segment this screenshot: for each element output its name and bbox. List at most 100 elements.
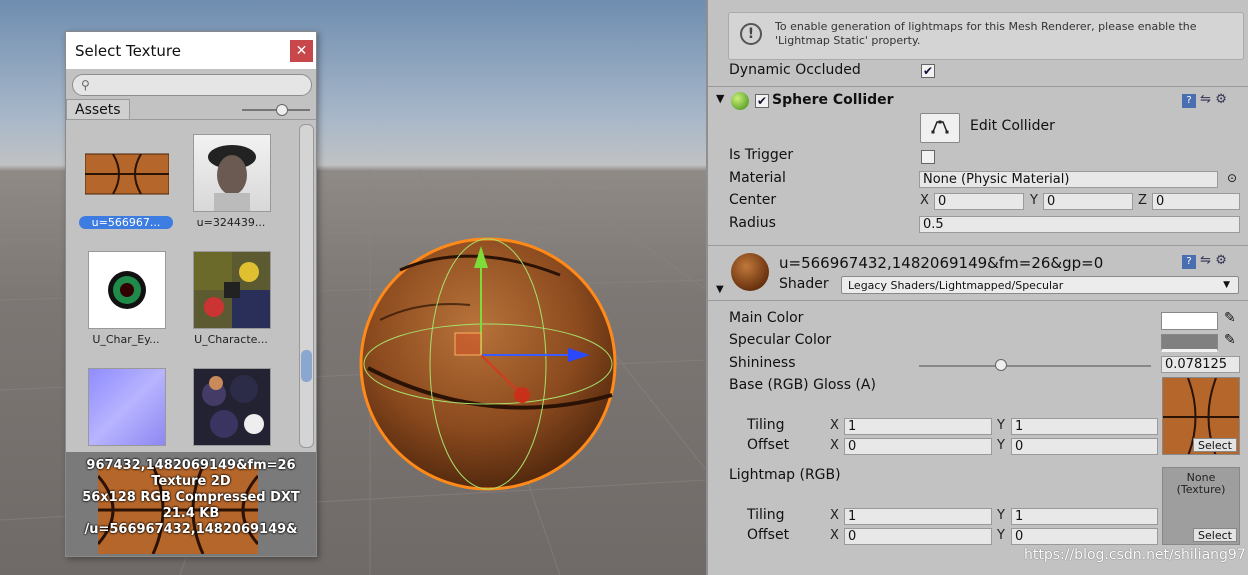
preview-type: Texture 2D [151,474,231,489]
asset-item[interactable]: U_Characte... [181,251,281,361]
move-x-handle [514,387,530,403]
material-field[interactable]: None (Physic Material) [919,171,1218,188]
asset-item[interactable] [76,368,176,449]
lightmap-select-button[interactable]: Select [1193,528,1237,542]
search-icon: ⚲ [81,78,90,92]
lightmap-texture-label: Lightmap (RGB) [729,467,841,483]
center-label: Center [729,192,777,208]
eyedropper-icon[interactable]: ✎ [1224,310,1236,326]
close-button[interactable]: ✕ [290,40,313,62]
base-tiling-label: Tiling [747,417,785,433]
help-icon[interactable]: ? [1182,94,1196,108]
lightmap-offset-label: Offset [747,527,790,543]
warning-icon: ! [740,23,762,45]
asset-caption: u=566967... [79,216,173,229]
tab-assets[interactable]: Assets [66,99,130,119]
specular-color-label: Specular Color [729,332,832,348]
asset-caption: U_Characte... [194,333,268,346]
center-y-axis: Y [1030,193,1038,208]
asset-item[interactable]: U_Char_Ey... [76,251,176,361]
asset-item[interactable] [181,368,281,449]
asset-grid-scrollbar[interactable] [299,124,314,448]
select-texture-window: Select Texture ✕ ⚲ Assets u=566967... u=… [65,31,317,557]
center-y-field[interactable]: 0 [1043,193,1133,210]
base-offset-label: Offset [747,437,790,453]
asset-thumbnail [193,251,271,329]
asset-thumbnail [193,134,271,212]
preset-icon[interactable]: ⇋ [1200,253,1211,268]
sphere-collider-title: Sphere Collider [772,92,894,108]
gear-icon[interactable]: ⚙ [1215,92,1227,107]
gear-icon[interactable]: ⚙ [1215,253,1227,268]
material-label: Material [729,170,786,186]
specular-color-swatch[interactable] [1161,334,1218,352]
base-tiling-y-field[interactable]: 1 [1011,418,1158,435]
base-texture-slot[interactable]: Select [1162,377,1240,455]
component-header-icons: ? ⇋ ⚙ [1182,92,1227,108]
radius-field[interactable]: 0.5 [919,216,1240,233]
lightmap-tiling-y-axis: Y [997,508,1005,523]
lightmap-tiling-x-axis: X [830,508,839,523]
asset-grid: u=566967... u=324439... U_Char_Ey... U_C… [66,122,296,449]
shininess-slider[interactable] [919,359,1151,371]
is-trigger-checkbox[interactable] [921,150,935,164]
scene-view[interactable]: Select Texture ✕ ⚲ Assets u=566967... u=… [0,0,706,575]
edit-collider-label: Edit Collider [970,118,1055,134]
lightmap-tiling-y-field[interactable]: 1 [1011,508,1158,525]
thumbnail-size-slider[interactable] [242,104,310,116]
preview-format: 56x128 RGB Compressed DXT [82,490,300,505]
shininess-field[interactable]: 0.078125 [1161,356,1240,373]
lightmap-tiling-label: Tiling [747,507,785,523]
preview-name: 967432,1482069149&fm=26 [86,458,296,473]
asset-thumbnail [193,368,271,446]
edit-collider-icon [931,120,949,134]
main-color-swatch[interactable] [1161,312,1218,330]
asset-thumbnail [88,368,166,446]
lightmap-offset-y-field[interactable]: 0 [1011,528,1158,545]
asset-caption: U_Char_Ey... [92,333,160,346]
object-picker-icon[interactable]: ⊙ [1227,171,1237,185]
search-input[interactable]: ⚲ [72,74,312,96]
inspector-panel: ! To enable generation of lightmaps for … [706,0,1248,575]
collapse-arrow-icon[interactable]: ▼ [716,92,724,105]
lightmap-tiling-x-field[interactable]: 1 [844,508,992,525]
eyedropper-icon[interactable]: ✎ [1224,332,1236,348]
lightmap-help-text: To enable generation of lightmaps for th… [775,20,1197,47]
lightmap-texture-slot[interactable]: None (Texture) Select [1162,467,1240,545]
base-tiling-x-field[interactable]: 1 [844,418,992,435]
radius-label: Radius [729,215,776,231]
preview-path: /u=566967432,1482069149& [84,522,298,537]
center-z-field[interactable]: 0 [1152,193,1240,210]
shader-label: Shader [779,276,829,292]
base-tiling-x-axis: X [830,418,839,433]
lightmap-offset-x-field[interactable]: 0 [844,528,992,545]
preset-icon[interactable]: ⇋ [1200,92,1211,107]
asset-item[interactable]: u=566967... [76,134,176,244]
lightmap-offset-x-axis: X [830,528,839,543]
center-z-axis: Z [1138,193,1147,208]
shader-dropdown[interactable]: Legacy Shaders/Lightmapped/Specular ▼ [841,276,1239,294]
base-offset-y-axis: Y [997,438,1005,453]
collapse-arrow-icon[interactable]: ▼ [716,284,724,295]
center-x-field[interactable]: 0 [934,193,1024,210]
asset-item[interactable]: u=324439... [181,134,281,244]
base-texture-label: Base (RGB) Gloss (A) [729,377,876,393]
center-x-axis: X [920,193,929,208]
base-select-button[interactable]: Select [1193,438,1237,452]
base-offset-y-field[interactable]: 0 [1011,438,1158,455]
material-name: u=566967432,1482069149&fm=26&gp=0 [779,254,1104,272]
base-offset-x-field[interactable]: 0 [844,438,992,455]
sphere-collider-icon [731,92,749,110]
help-icon[interactable]: ? [1182,255,1196,269]
shininess-slider-knob[interactable] [995,359,1007,371]
sphere-mesh [359,237,617,491]
scrollbar-thumb[interactable] [301,350,312,382]
edit-collider-button[interactable] [920,113,960,143]
picker-title: Select Texture [75,42,181,60]
lightmap-none-type: (Texture) [1176,483,1226,496]
picker-titlebar[interactable]: Select Texture ✕ [66,32,316,69]
base-offset-x-axis: X [830,438,839,453]
sphere-collider-enabled-checkbox[interactable]: ✔ [755,94,769,108]
dynamic-occluded-checkbox[interactable]: ✔ [921,64,935,78]
asset-thumbnail [88,251,166,329]
